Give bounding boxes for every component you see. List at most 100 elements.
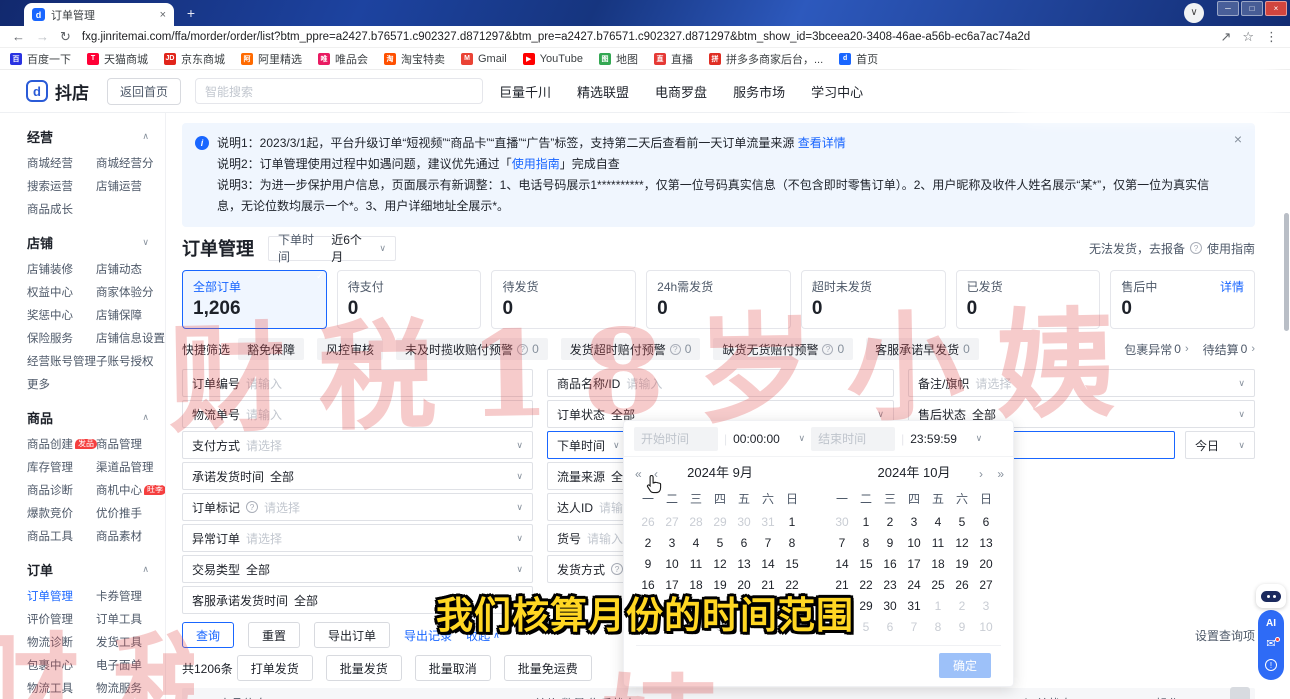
section-arrow-icon[interactable]: ∧	[142, 412, 149, 423]
sidebar-item[interactable]: 商品诊断	[27, 482, 94, 498]
calendar-day[interactable]: 14	[756, 554, 780, 575]
filter-field[interactable]: 承诺发货时间全部∨	[182, 462, 533, 490]
calendar-day[interactable]: 27	[660, 512, 684, 533]
calendar-day[interactable]: 31	[902, 596, 926, 617]
calendar-day[interactable]: 7	[756, 533, 780, 554]
bookmark-item[interactable]: 拼 拼多多商家后台，...	[709, 51, 823, 67]
calendar-day[interactable]: 24	[902, 575, 926, 596]
sidebar-item[interactable]: 商品工具	[27, 528, 94, 544]
header-nav-item[interactable]: 学习中心	[811, 82, 863, 101]
order-stat-card[interactable]: 售后中 详情 0	[1110, 270, 1255, 329]
calendar-day[interactable]: 29	[708, 512, 732, 533]
sidebar-item[interactable]: 爆款竞价	[27, 505, 94, 521]
sidebar-item[interactable]: 奖惩中心	[27, 307, 94, 323]
bookmark-item[interactable]: 阿 阿里精选	[241, 51, 302, 67]
sidebar-section-header[interactable]: 经营 ∧	[27, 127, 165, 146]
prev-year-icon[interactable]: «	[635, 467, 640, 481]
header-nav-item[interactable]: 精选联盟	[577, 82, 629, 101]
sidebar-item[interactable]: 发货工具	[96, 634, 165, 650]
calendar-day[interactable]: 7	[902, 617, 926, 638]
calendar-day[interactable]: 3	[902, 512, 926, 533]
notice-link[interactable]: 查看详情	[798, 136, 846, 150]
order-stat-card[interactable]: 超时未发货 0	[801, 270, 946, 329]
share-icon[interactable]: ↗	[1220, 29, 1231, 45]
maximize-button[interactable]: □	[1241, 1, 1263, 16]
reset-button[interactable]: 重置	[248, 622, 300, 648]
export-orders-button[interactable]: 导出订单	[314, 622, 390, 648]
batch-button[interactable]: 批量取消	[415, 655, 491, 681]
calendar-day[interactable]: 16	[878, 554, 902, 575]
sidebar-item[interactable]: 子账号授权	[96, 353, 165, 369]
calendar-day[interactable]: 10	[902, 533, 926, 554]
back-to-top-button[interactable]	[1230, 687, 1250, 699]
card-detail-link[interactable]: 详情	[1220, 278, 1244, 295]
calendar-day[interactable]: 4	[926, 512, 950, 533]
sidebar-item[interactable]: 店铺动态	[96, 261, 165, 277]
sidebar-item[interactable]: 渠道品管理	[96, 459, 166, 475]
quick-filter-tag[interactable]: 未及时揽收赔付预警?0	[396, 338, 548, 360]
batch-button[interactable]: 批量免运费	[504, 655, 592, 681]
calendar-day[interactable]: 19	[950, 554, 974, 575]
usage-guide-link[interactable]: 使用指南	[1207, 240, 1255, 257]
filter-field[interactable]: 交易类型全部∨	[182, 555, 533, 583]
bookmark-item[interactable]: 百 百度一下	[10, 51, 71, 67]
sidebar-item[interactable]: 商机中心旺季	[96, 482, 166, 498]
tab-close-icon[interactable]: ×	[160, 9, 166, 21]
calendar-day[interactable]: 15	[780, 554, 804, 575]
bookmark-item[interactable]: d 首页	[839, 51, 878, 67]
forward-icon[interactable]: →	[36, 29, 49, 44]
bookmark-item[interactable]: ▶ YouTube	[523, 53, 583, 65]
sidebar-item[interactable]: 电子面单	[96, 657, 165, 673]
calendar-day[interactable]: 2	[950, 596, 974, 617]
calendar-day[interactable]: 26	[950, 575, 974, 596]
calendar-day[interactable]: 9	[950, 617, 974, 638]
section-arrow-icon[interactable]: ∧	[142, 131, 149, 142]
calendar-day[interactable]: 8	[854, 533, 878, 554]
quick-filter-tag[interactable]: 缺货无货赔付预警?0	[713, 338, 853, 360]
quick-filter-tag[interactable]: 豁免保障	[238, 338, 304, 360]
calendar-day[interactable]: 7	[830, 533, 854, 554]
douyin-shop-logo[interactable]: d 抖店	[26, 79, 89, 104]
calendar-day[interactable]: 2	[878, 512, 902, 533]
bookmark-star-icon[interactable]: ☆	[1242, 29, 1254, 45]
quick-filter-tag[interactable]: 客服承诺早发货0	[866, 338, 979, 360]
next-month-icon[interactable]: ›	[979, 467, 983, 481]
sidebar-item[interactable]: 商品创建发品	[27, 436, 94, 452]
calendar-day[interactable]: 30	[732, 512, 756, 533]
bookmark-item[interactable]: 淘 淘宝特卖	[384, 51, 445, 67]
sidebar-item[interactable]: 保险服务	[27, 330, 94, 346]
calendar-day[interactable]: 13	[974, 533, 998, 554]
sidebar-item[interactable]: 评价管理	[27, 611, 94, 627]
calendar-day[interactable]: 1	[780, 512, 804, 533]
calendar-day[interactable]: 8	[780, 533, 804, 554]
calendar-day[interactable]: 5	[854, 617, 878, 638]
calendar-day[interactable]: 12	[708, 554, 732, 575]
quick-date-select[interactable]: 今日∨	[1185, 431, 1255, 459]
order-stat-card[interactable]: 待发货 0	[491, 270, 636, 329]
calendar-day[interactable]: 11	[684, 554, 708, 575]
package-link[interactable]: 包裹异常0›	[1124, 341, 1188, 358]
cannot-ship-report-link[interactable]: 无法发货，去报备	[1089, 240, 1185, 257]
start-time-select[interactable]: 00:00:00 ∨	[733, 432, 805, 446]
back-icon[interactable]: ←	[12, 29, 25, 44]
sidebar-item[interactable]: 优价推手	[96, 505, 166, 521]
sidebar-section-header[interactable]: 订单 ∧	[27, 560, 165, 579]
search-input[interactable]: 智能搜索	[195, 78, 483, 104]
calendar-day[interactable]: 15	[854, 554, 878, 575]
calendar-day[interactable]: 6	[878, 617, 902, 638]
package-link[interactable]: 待结算0›	[1203, 341, 1255, 358]
next-year-icon[interactable]: »	[997, 467, 1002, 481]
alert-icon[interactable]: !	[1265, 659, 1277, 671]
reload-icon[interactable]: ↻	[60, 29, 71, 45]
sidebar-item[interactable]: 商品管理	[96, 436, 166, 452]
sidebar-item[interactable]: 商品素材	[96, 528, 166, 544]
batch-button[interactable]: 批量发货	[326, 655, 402, 681]
batch-button[interactable]: 打单发货	[237, 655, 313, 681]
sidebar-item[interactable]: 库存管理	[27, 459, 94, 475]
sidebar-item[interactable]: 店铺运营	[96, 178, 165, 194]
notice-link[interactable]: 使用指南	[512, 157, 560, 171]
time-type-label[interactable]: 下单时间	[557, 437, 605, 454]
section-arrow-icon[interactable]: ∨	[142, 237, 149, 248]
calendar-day[interactable]: 23	[878, 575, 902, 596]
settings-query-link[interactable]: 设置查询项	[1195, 627, 1255, 644]
